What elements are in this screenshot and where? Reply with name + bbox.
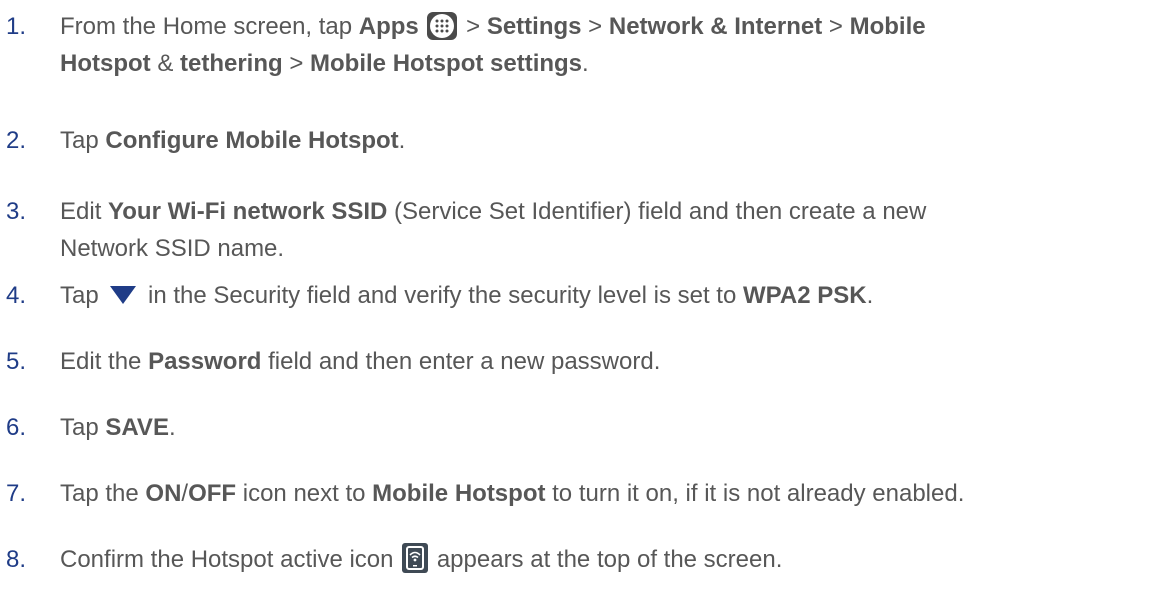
step-number: 4. xyxy=(6,282,27,309)
on-label: ON xyxy=(145,480,182,507)
step-text: Edit Your Wi-Fi network SSID (Service Se… xyxy=(60,198,927,262)
mobile-label: Mobile xyxy=(849,13,926,40)
step-text: From the Home screen, tap Apps > Setting… xyxy=(60,12,926,77)
tethering-label: tethering xyxy=(180,50,283,77)
password-label: Password xyxy=(148,348,262,375)
apps-label: Apps xyxy=(358,13,419,40)
step-text: Tap the ON/OFF icon next to Mobile Hotsp… xyxy=(60,480,965,507)
step-text: Confirm the Hotspot active icon appears … xyxy=(60,541,1170,578)
settings-label: Settings xyxy=(486,13,582,40)
hotspot-label: Hotspot xyxy=(60,50,151,77)
configure-mobile-hotspot-label: Configure Mobile Hotspot xyxy=(105,127,399,154)
step-text: Tap Configure Mobile Hotspot. xyxy=(60,127,406,154)
mobile-hotspot-settings-label: Mobile Hotspot settings xyxy=(310,50,583,77)
hotspot-active-icon xyxy=(402,543,429,573)
step-text: Tap in the Security field and verify the… xyxy=(60,282,874,309)
step-text: Edit the Password field and then enter a… xyxy=(60,348,661,375)
instruction-steps: 1. From the Home screen, tap Apps > Sett… xyxy=(0,0,1174,589)
step-number: 2. xyxy=(6,127,27,154)
step-text: Tap SAVE. xyxy=(60,414,176,441)
apps-grid-icon xyxy=(427,12,458,40)
wpa2-psk-label: WPA2 PSK xyxy=(742,282,867,309)
step-number: 7. xyxy=(6,480,27,507)
save-label: SAVE xyxy=(105,414,169,441)
step-number: 8. xyxy=(6,546,27,573)
dropdown-triangle-icon xyxy=(110,286,137,304)
network-internet-label: Network & Internet xyxy=(608,13,823,40)
step-number: 6. xyxy=(6,414,27,441)
off-label: OFF xyxy=(188,480,237,507)
mobile-hotspot-label: Mobile Hotspot xyxy=(372,480,546,507)
step-number: 1. xyxy=(6,13,27,40)
ssid-field-label: Your Wi-Fi network SSID xyxy=(108,198,388,225)
step-number: 5. xyxy=(6,348,27,375)
step-number: 3. xyxy=(6,198,27,225)
